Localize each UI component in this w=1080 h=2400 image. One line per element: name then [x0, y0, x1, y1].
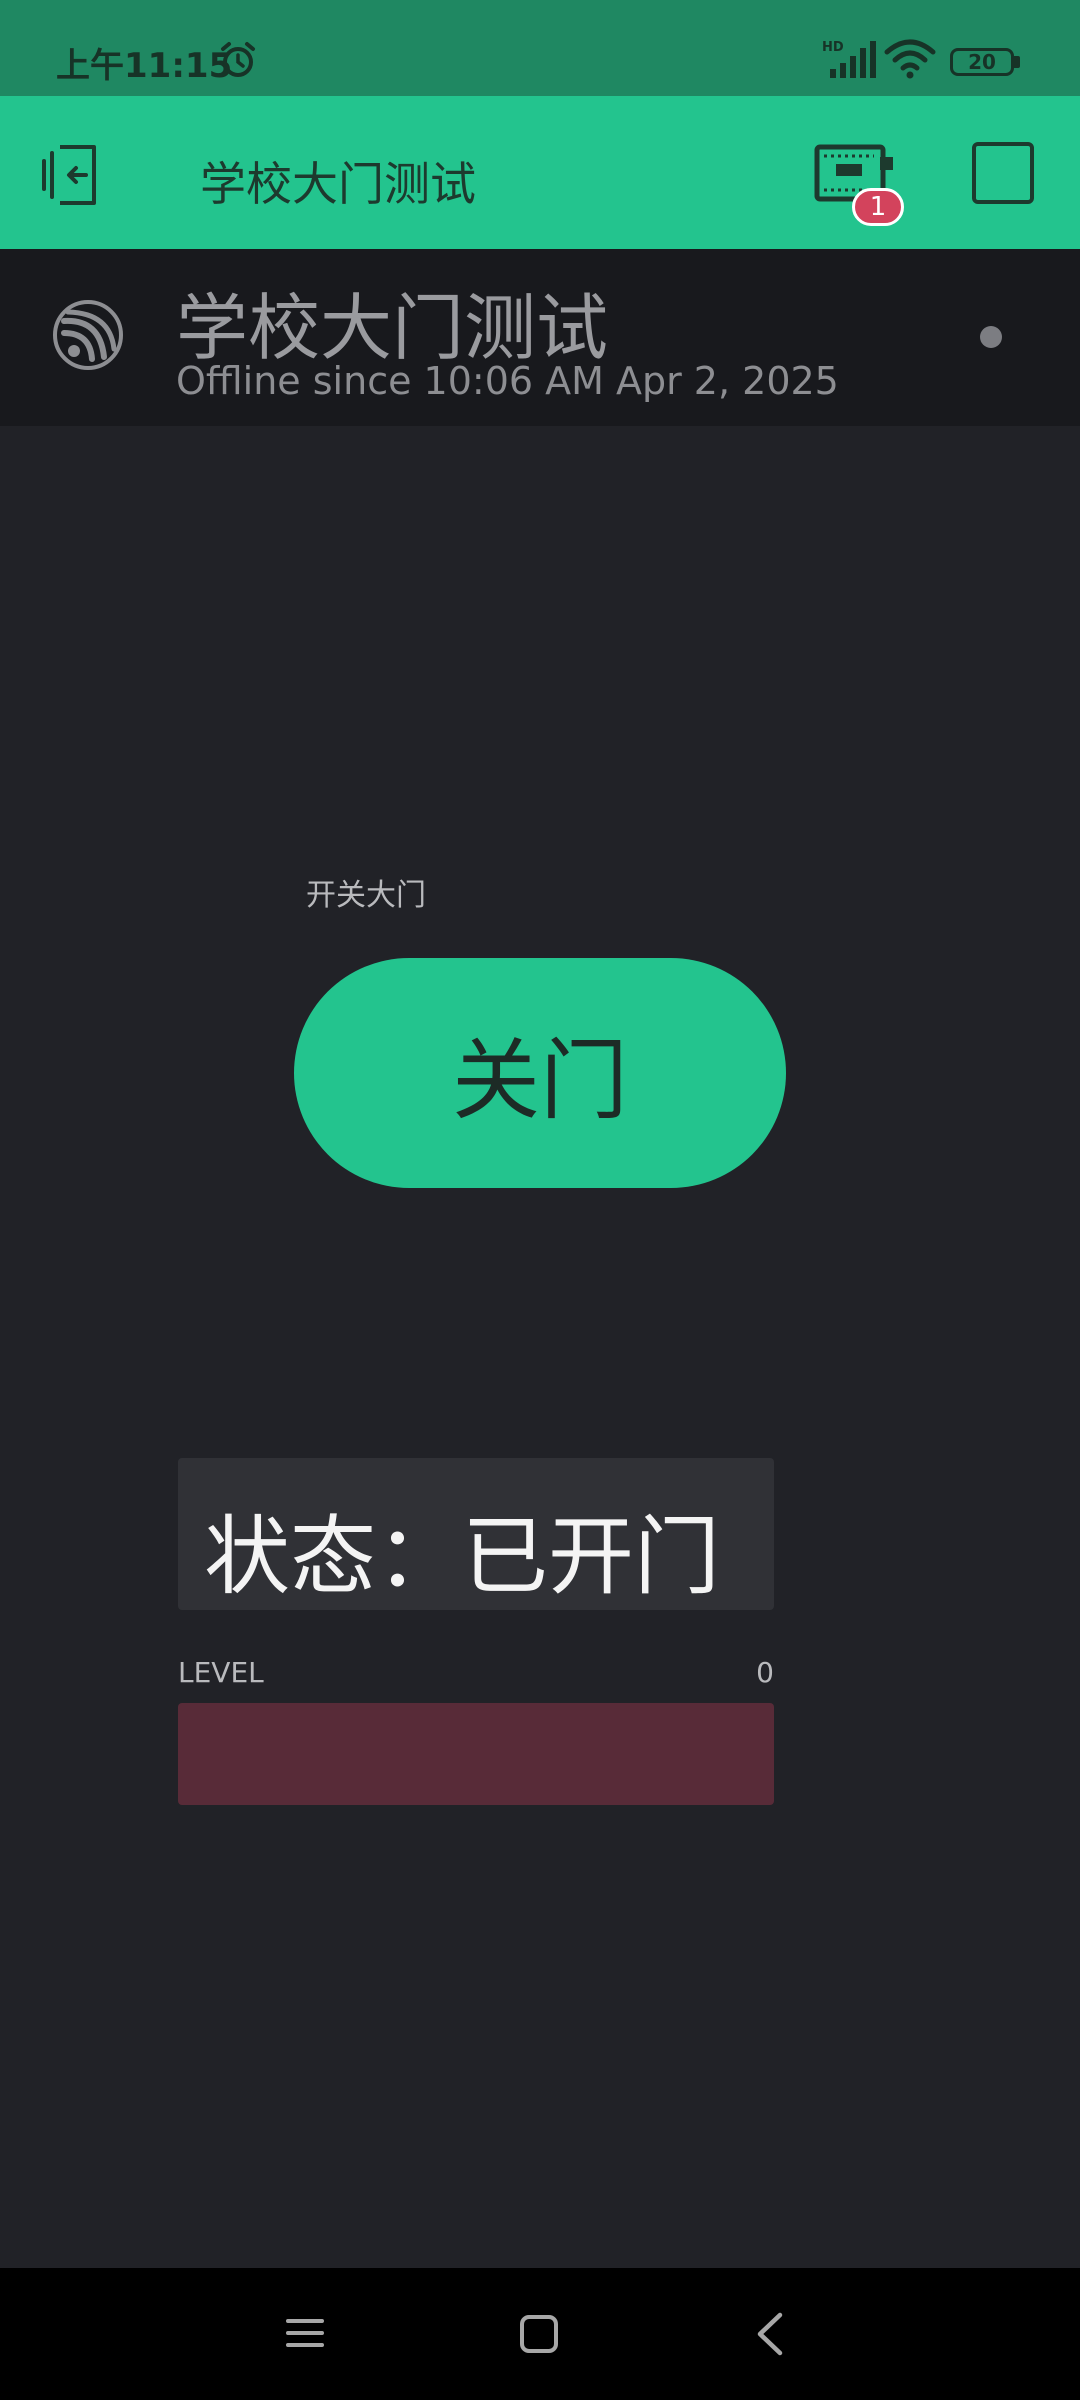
- switch-label: 开关大门: [306, 878, 426, 913]
- network-type-label: HD: [822, 40, 844, 55]
- status-display: 状态：已开门: [178, 1458, 774, 1610]
- level-value: 0: [756, 1656, 774, 1689]
- app-bar: 学校大门测试 1: [0, 96, 1080, 249]
- status-display-text: 状态：已开门: [204, 1507, 720, 1607]
- connection-status-dot: [980, 326, 1002, 348]
- recent-apps-icon[interactable]: [285, 2313, 325, 2353]
- close-gate-button[interactable]: 关门: [294, 958, 786, 1188]
- level-bar: [178, 1703, 774, 1805]
- alarm-clock-icon: [221, 42, 255, 77]
- system-nav-bar: [0, 2268, 1080, 2400]
- espressif-icon: [53, 300, 123, 370]
- device-status: Offline since 10:06 AM Apr 2, 2025: [176, 359, 839, 403]
- app-title: 学校大门测试: [200, 157, 476, 211]
- back-icon[interactable]: [752, 2311, 788, 2357]
- stop-square-icon[interactable]: [972, 142, 1034, 204]
- device-header: 学校大门测试 Offline since 10:06 AM Apr 2, 202…: [0, 249, 1080, 426]
- battery-cap: [1014, 56, 1020, 68]
- status-time: 上午11:15: [56, 46, 233, 86]
- wifi-icon: [884, 39, 936, 79]
- status-bar: 上午11:15 HD 20: [0, 0, 1080, 96]
- exit-device-icon[interactable]: [42, 143, 112, 207]
- level-label: LEVEL: [178, 1656, 264, 1689]
- battery-indicator: 20: [950, 48, 1014, 76]
- cell-signal-icon: HD: [822, 40, 876, 78]
- notification-badge: 1: [852, 188, 904, 226]
- home-icon[interactable]: [518, 2313, 560, 2355]
